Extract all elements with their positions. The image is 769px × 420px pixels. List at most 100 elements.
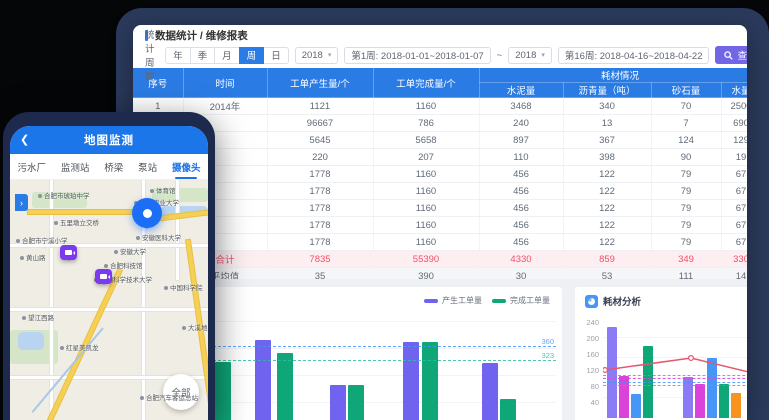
legend-swatch xyxy=(492,299,506,303)
week-end-value: 第16周: 2018-04-16~2018-04-22 xyxy=(565,48,703,62)
col-sub-0: 水泥量 xyxy=(479,83,563,98)
map-label: 五里墩立交桥 xyxy=(54,217,99,227)
consumable-chart-card: 耗材分析 2402001601208040 xyxy=(575,287,747,420)
reference-line-label: 360 xyxy=(541,337,554,346)
tab-摄像头[interactable]: 摄像头 xyxy=(172,154,201,179)
filter-toolbar: 统计周期: 年季月周日 2018 ▾ 第1周: 2018-01-01~2018-… xyxy=(133,42,747,66)
period-option-周[interactable]: 周 xyxy=(239,47,265,64)
table-header: 序号 时间 工单产生量/个 工单完成量/个 耗材情况 水泥量 沥青量（吨） 砂石… xyxy=(133,68,747,98)
period-option-日[interactable]: 日 xyxy=(263,47,289,64)
cell: 220 xyxy=(267,149,373,166)
table-row[interactable]: 56455658897367124129 xyxy=(133,132,747,149)
chevron-down-icon: ▾ xyxy=(541,51,545,59)
dashboard-window: 数据统计 / 维修报表 统计周期: 年季月周日 2018 ▾ 第1周: 2018… xyxy=(133,25,747,420)
legend-label: 完成工单量 xyxy=(510,295,550,306)
phone-header: ❮ 地图监测 xyxy=(10,126,208,154)
cell: 79 xyxy=(651,217,721,234)
map-label: 体育馆 xyxy=(150,185,176,195)
camera-marker[interactable] xyxy=(60,245,77,260)
period-option-年[interactable]: 年 xyxy=(165,47,191,64)
cell: 7835 xyxy=(267,251,373,268)
cell: 1778 xyxy=(267,200,373,217)
active-tab-underline xyxy=(175,177,197,180)
table-row[interactable]: 177811604561227967 xyxy=(133,200,747,217)
table-row[interactable]: 177811604561227967 xyxy=(133,234,747,251)
bar-completed xyxy=(215,362,231,420)
phone-screen: ❮ 地图监测 污水厂监测站桥梁泵站摄像头 xyxy=(10,126,208,420)
cell: 1160 xyxy=(373,98,479,115)
cell: 122 xyxy=(563,200,651,217)
y-tick-label: 160 xyxy=(579,350,599,359)
back-icon[interactable]: ❮ xyxy=(20,133,29,146)
bar-completed xyxy=(277,353,293,420)
cell: 897 xyxy=(479,132,563,149)
cell: 70 xyxy=(651,98,721,115)
table-row[interactable]: 12014年112111603468340702500 xyxy=(133,98,747,115)
map-expand-button[interactable]: › xyxy=(15,194,28,211)
cell: 456 xyxy=(479,234,563,251)
table-row[interactable]: 合计7835553904330859349330 xyxy=(133,251,747,268)
cell: 67 xyxy=(721,166,747,183)
bar-completed xyxy=(422,342,438,420)
legend-label: 产生工单量 xyxy=(442,295,482,306)
cell: 207 xyxy=(373,149,479,166)
cell: 129 xyxy=(721,132,747,149)
camera-marker[interactable] xyxy=(95,269,112,284)
table-row[interactable]: 2202071103989019 xyxy=(133,149,747,166)
table-row[interactable]: 177811604561227967 xyxy=(133,166,747,183)
phone-device: ❮ 地图监测 污水厂监测站桥梁泵站摄像头 xyxy=(3,112,215,420)
phone-page-title: 地图监测 xyxy=(84,132,134,148)
table-body: 12014年1121116034683407025009666778624013… xyxy=(133,98,747,285)
tab-监测站[interactable]: 监测站 xyxy=(61,154,90,179)
col-seq: 序号 xyxy=(133,68,183,98)
cell: 7 xyxy=(651,115,721,132)
table-row[interactable]: 177811604561227967 xyxy=(133,217,747,234)
week-end-input[interactable]: 第16周: 2018-04-16~2018-04-22 xyxy=(558,47,710,64)
map-label: 大溪地 xyxy=(182,322,208,332)
year-end-value: 2018 xyxy=(515,50,536,61)
year-start-select[interactable]: 2018 ▾ xyxy=(295,47,339,64)
query-button[interactable]: 查询 xyxy=(715,46,747,64)
cell: 4330 xyxy=(479,251,563,268)
cell: 1160 xyxy=(373,183,479,200)
cell: 67 xyxy=(721,217,747,234)
workorder-legend: 产生工单量 完成工单量 xyxy=(424,295,550,306)
table-row[interactable]: 177811604561227967 xyxy=(133,183,747,200)
bar-generated xyxy=(255,340,271,420)
period-option-季[interactable]: 季 xyxy=(190,47,216,64)
cell: 1160 xyxy=(373,217,479,234)
cell: 1778 xyxy=(267,166,373,183)
map-water xyxy=(18,332,44,350)
tab-泵站[interactable]: 泵站 xyxy=(138,154,157,179)
tab-桥梁[interactable]: 桥梁 xyxy=(104,154,123,179)
reference-line-label: 323 xyxy=(541,351,554,360)
cell: 122 xyxy=(563,183,651,200)
year-end-select[interactable]: 2018 ▾ xyxy=(508,47,552,64)
cell: 122 xyxy=(563,166,651,183)
cell: 340 xyxy=(563,98,651,115)
consumable-trend-line xyxy=(603,317,747,418)
period-segment-group: 年季月周日 xyxy=(165,47,289,64)
map-label: 合肥市宁溪小学 xyxy=(16,235,68,245)
col-generated: 工单产生量/个 xyxy=(267,68,373,98)
period-option-月[interactable]: 月 xyxy=(214,47,240,64)
cell: 122 xyxy=(563,234,651,251)
cell: 786 xyxy=(373,115,479,132)
camera-marker-selected[interactable] xyxy=(132,198,162,228)
marker-dot xyxy=(143,209,152,218)
cell: 110 xyxy=(479,149,563,166)
repair-report-table: 序号 时间 工单产生量/个 工单完成量/个 耗材情况 水泥量 沥青量（吨） 砂石… xyxy=(133,68,747,285)
search-icon xyxy=(724,51,733,60)
bar-generated xyxy=(403,342,419,420)
bar-completed xyxy=(500,399,516,420)
tab-污水厂[interactable]: 污水厂 xyxy=(17,154,46,179)
week-start-input[interactable]: 第1周: 2018-01-01~2018-01-07 xyxy=(344,47,490,64)
chevron-down-icon: ▾ xyxy=(328,51,332,59)
map-label: 望江西路 xyxy=(22,312,54,322)
map-view[interactable]: › 全部 合肥市琥珀中学体育馆安徽农业大学五里墩立交桥合肥市宁溪小学安徽医科大学… xyxy=(10,180,208,420)
cell: 19 xyxy=(721,149,747,166)
col-sub-3: 水量 xyxy=(721,83,747,98)
breadcrumb: 数据统计 / 维修报表 xyxy=(133,25,747,42)
table-row[interactable]: 96667786240137690 xyxy=(133,115,747,132)
cell: 55390 xyxy=(373,251,479,268)
